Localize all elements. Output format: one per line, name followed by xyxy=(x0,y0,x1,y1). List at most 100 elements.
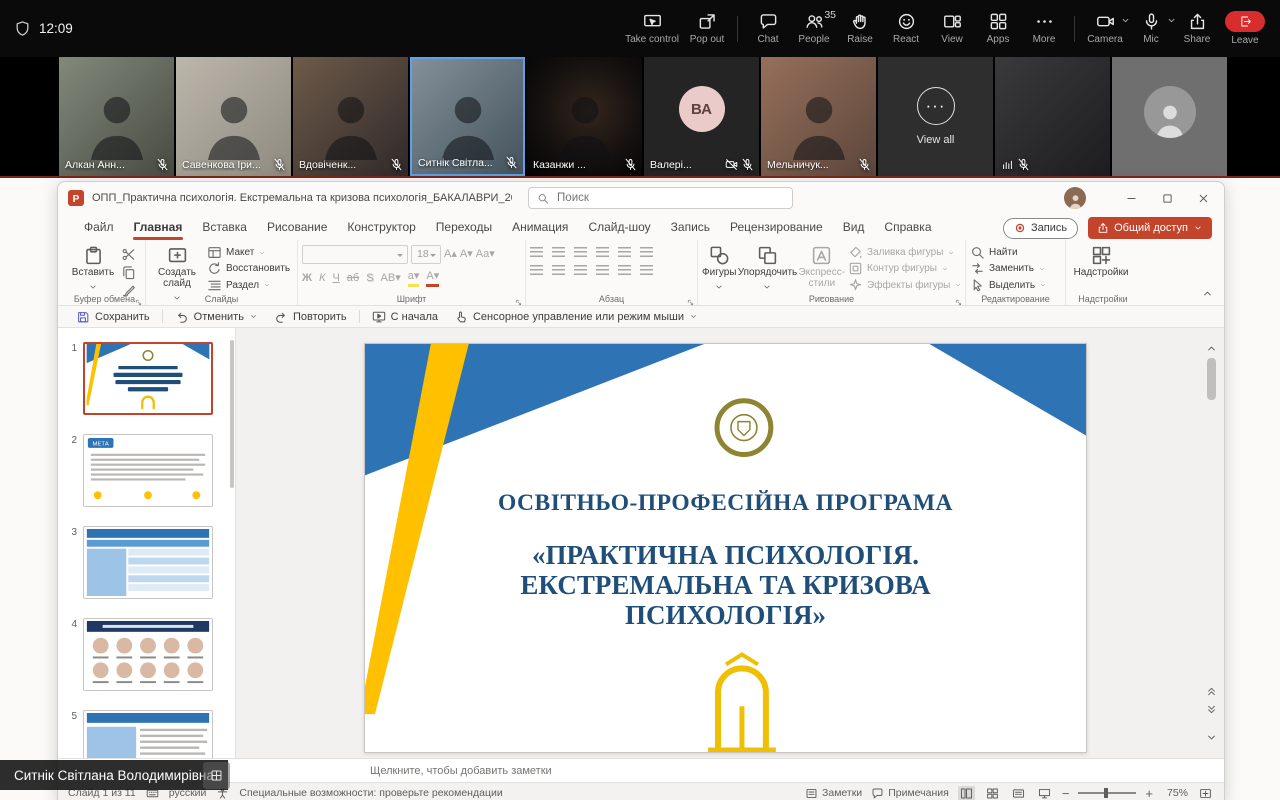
line-spacing-icon[interactable] xyxy=(618,247,631,257)
fit-to-window-button[interactable] xyxy=(1197,786,1214,800)
zoom-in-button[interactable]: + xyxy=(1145,787,1153,800)
ribbon-tab-6[interactable]: Переходы xyxy=(426,214,502,240)
align-right-icon[interactable] xyxy=(574,265,587,275)
normal-view-button[interactable] xyxy=(958,786,975,800)
participant-tile-5[interactable]: Казанжи ... xyxy=(527,57,642,176)
undo-button[interactable]: Отменить xyxy=(169,306,264,328)
grow-font-button[interactable]: А▴ xyxy=(444,247,457,262)
overlay-action-button[interactable] xyxy=(203,762,230,789)
numbering-icon[interactable] xyxy=(552,247,565,257)
slide-subtitle[interactable]: «ПРАКТИЧНА ПСИХОЛОГІЯ. ЕКСТРЕМАЛЬНА ТА К… xyxy=(365,540,1086,630)
reading-view-button[interactable] xyxy=(1010,786,1027,800)
italic-button[interactable]: К xyxy=(319,271,325,286)
cut-icon[interactable] xyxy=(121,247,136,262)
ribbon-tab-12[interactable]: Справка xyxy=(874,214,941,240)
next-slide-icon[interactable] xyxy=(1205,703,1218,716)
toolbar-people-button[interactable]: 35People xyxy=(791,0,837,57)
find-button[interactable]: Найти xyxy=(970,245,1047,260)
account-avatar[interactable] xyxy=(1064,187,1086,209)
toolbar-mic-button[interactable]: Mic xyxy=(1128,0,1174,57)
toolbar-apps-button[interactable]: Apps xyxy=(975,0,1021,57)
save-button[interactable]: Сохранить xyxy=(70,306,156,328)
arrange-button[interactable]: Упорядочить xyxy=(739,243,795,293)
justify-icon[interactable] xyxy=(596,265,609,275)
notes-toggle[interactable]: Заметки xyxy=(805,787,862,800)
slide-thumbnail-4[interactable] xyxy=(83,618,213,691)
toolbar-more-button[interactable]: More xyxy=(1021,0,1067,57)
ribbon-tab-11[interactable]: Вид xyxy=(833,214,875,240)
scroll-down-icon[interactable] xyxy=(1205,731,1218,744)
comments-toggle[interactable]: Примечания xyxy=(871,787,949,800)
strikethrough-button[interactable]: аб xyxy=(347,271,359,286)
highlight-color-button[interactable]: а▾ xyxy=(408,269,420,287)
ribbon-tab-5[interactable]: Конструктор xyxy=(337,214,425,240)
participant-tile-1[interactable]: Алкан Анн... xyxy=(59,57,174,176)
previous-slide-icon[interactable] xyxy=(1205,685,1218,698)
record-button[interactable]: Запись xyxy=(1003,218,1078,239)
text-direction-icon[interactable] xyxy=(640,247,653,257)
addins-button[interactable]: Надстройки xyxy=(1070,243,1132,293)
paste-button[interactable]: Вставить xyxy=(68,243,118,293)
slide-thumbnail-3[interactable] xyxy=(83,526,213,599)
select-button[interactable]: Выделить xyxy=(970,278,1047,293)
slide-title[interactable]: ОСВІТНЬО-ПРОФЕСІЙНА ПРОГРАМА xyxy=(365,490,1086,517)
participant-tile-9[interactable] xyxy=(995,57,1110,176)
shape-effects-button[interactable]: Эффекты фигуры xyxy=(848,278,962,293)
shape-outline-button[interactable]: Контур фигуры xyxy=(848,261,962,276)
slide-sorter-view-button[interactable] xyxy=(984,786,1001,800)
touch-mode-button[interactable]: Сенсорное управление или режим мыши xyxy=(448,306,704,328)
toolbar-leave-button[interactable]: Leave xyxy=(1220,0,1270,57)
align-text-icon[interactable] xyxy=(640,265,653,275)
underline-button[interactable]: Ч xyxy=(332,271,339,286)
toolbar-camera-button[interactable]: Camera xyxy=(1082,0,1128,57)
thumbnail-scrollbar[interactable] xyxy=(230,340,234,488)
slide-thumbnail-1[interactable] xyxy=(83,342,213,415)
accessibility-status[interactable]: Специальные возможности: проверьте реком… xyxy=(239,787,502,799)
toolbar-raise-button[interactable]: Raise xyxy=(837,0,883,57)
toolbar-pop-out-button[interactable]: Pop out xyxy=(684,0,730,57)
zoom-slider-thumb[interactable] xyxy=(1104,788,1108,798)
ribbon-tab-4[interactable]: Рисование xyxy=(257,214,337,240)
slide-thumbnail-2[interactable]: МЕТА xyxy=(83,434,213,507)
toolbar-view-button[interactable]: View xyxy=(929,0,975,57)
slide-thumbnail-5[interactable] xyxy=(83,710,213,758)
shapes-button[interactable]: Фигуры xyxy=(702,243,736,293)
reset-button[interactable]: Восстановить xyxy=(207,261,290,276)
ribbon-tab-8[interactable]: Слайд-шоу xyxy=(578,214,660,240)
participant-tile-2[interactable]: Савенкова Іри... xyxy=(176,57,291,176)
align-center-icon[interactable] xyxy=(552,265,565,275)
layout-button[interactable]: Макет xyxy=(207,245,290,260)
notes-pane[interactable]: Щелкните, чтобы добавить заметки xyxy=(58,758,1224,782)
section-button[interactable]: Раздел xyxy=(207,278,290,293)
ribbon-tab-1[interactable]: Файл xyxy=(74,214,124,240)
ribbon-tab-9[interactable]: Запись xyxy=(661,214,720,240)
from-start-button[interactable]: С начала xyxy=(366,306,444,328)
font-name-select[interactable] xyxy=(302,245,408,264)
ribbon-tab-3[interactable]: Вставка xyxy=(192,214,257,240)
current-slide[interactable]: ОСВІТНЬО-ПРОФЕСІЙНА ПРОГРАМА «ПРАКТИЧНА … xyxy=(364,343,1087,753)
minimize-button[interactable] xyxy=(1114,182,1148,214)
zoom-level[interactable]: 75% xyxy=(1162,787,1188,799)
close-button[interactable] xyxy=(1186,182,1220,214)
dialog-launcher-icon[interactable] xyxy=(686,294,695,303)
copy-icon[interactable] xyxy=(121,265,136,280)
font-color-button[interactable]: А▾ xyxy=(426,269,439,287)
participant-tile-6[interactable]: ВАВалері... xyxy=(644,57,759,176)
redo-button[interactable]: Повторить xyxy=(268,306,353,328)
align-left-icon[interactable] xyxy=(530,265,543,275)
dialog-launcher-icon[interactable] xyxy=(134,294,143,303)
ribbon-tab-2[interactable]: Главная xyxy=(124,214,193,240)
text-shadow-button[interactable]: S xyxy=(366,271,373,286)
ribbon-tab-7[interactable]: Анимация xyxy=(502,214,578,240)
zoom-slider[interactable] xyxy=(1078,792,1136,794)
shrink-font-button[interactable]: А▾ xyxy=(460,247,473,262)
scrollbar-thumb[interactable] xyxy=(1207,358,1216,400)
columns-icon[interactable] xyxy=(618,265,631,275)
slideshow-button[interactable] xyxy=(1036,786,1053,800)
scroll-up-icon[interactable] xyxy=(1205,342,1218,355)
collapse-ribbon-icon[interactable] xyxy=(1201,287,1214,300)
font-size-select[interactable]: 18 xyxy=(411,245,441,264)
bullets-icon[interactable] xyxy=(530,247,543,257)
participant-tile-3[interactable]: Вдовіченк... xyxy=(293,57,408,176)
ribbon-tab-10[interactable]: Рецензирование xyxy=(720,214,833,240)
